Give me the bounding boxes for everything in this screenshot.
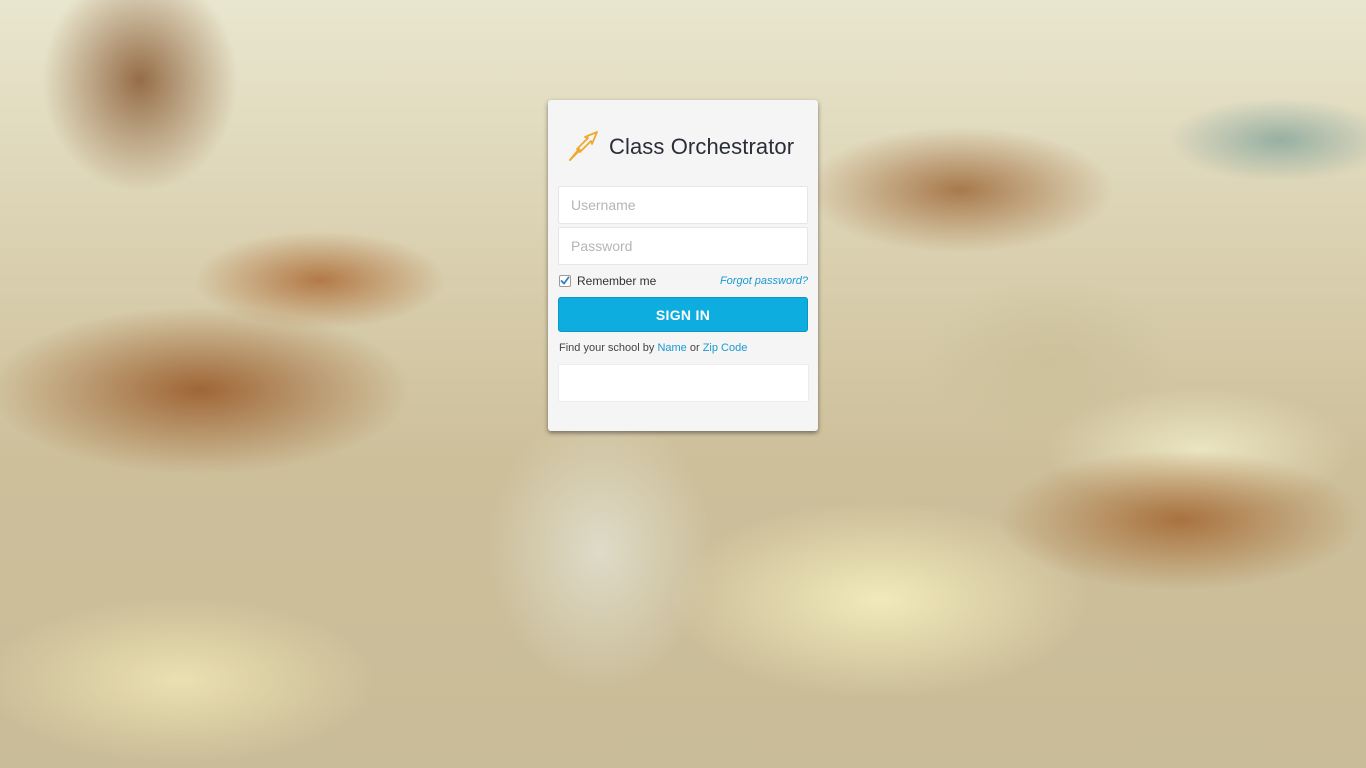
remember-me-checkbox[interactable]: Remember me <box>559 274 656 288</box>
find-by-zip-link[interactable]: Zip Code <box>703 342 748 354</box>
find-school-prefix: Find your school by <box>559 342 655 354</box>
find-school-prompt: Find your school by Name or Zip Code <box>559 342 747 354</box>
username-input[interactable] <box>558 186 808 224</box>
forgot-password-link[interactable]: Forgot password? <box>720 275 808 287</box>
password-input[interactable] <box>558 227 808 265</box>
school-search-input[interactable] <box>558 364 809 402</box>
checkbox-checked-icon[interactable] <box>559 275 571 287</box>
find-by-name-link[interactable]: Name <box>657 342 686 354</box>
brand-header: Class Orchestrator <box>566 130 794 164</box>
login-card: Class Orchestrator Remember me Forgot pa… <box>548 100 818 431</box>
find-school-connector: or <box>689 342 700 354</box>
sign-in-button[interactable]: SIGN IN <box>558 297 808 332</box>
crossed-arrows-icon <box>569 131 598 161</box>
remember-me-label: Remember me <box>577 274 657 288</box>
app-title: Class Orchestrator <box>609 134 795 159</box>
